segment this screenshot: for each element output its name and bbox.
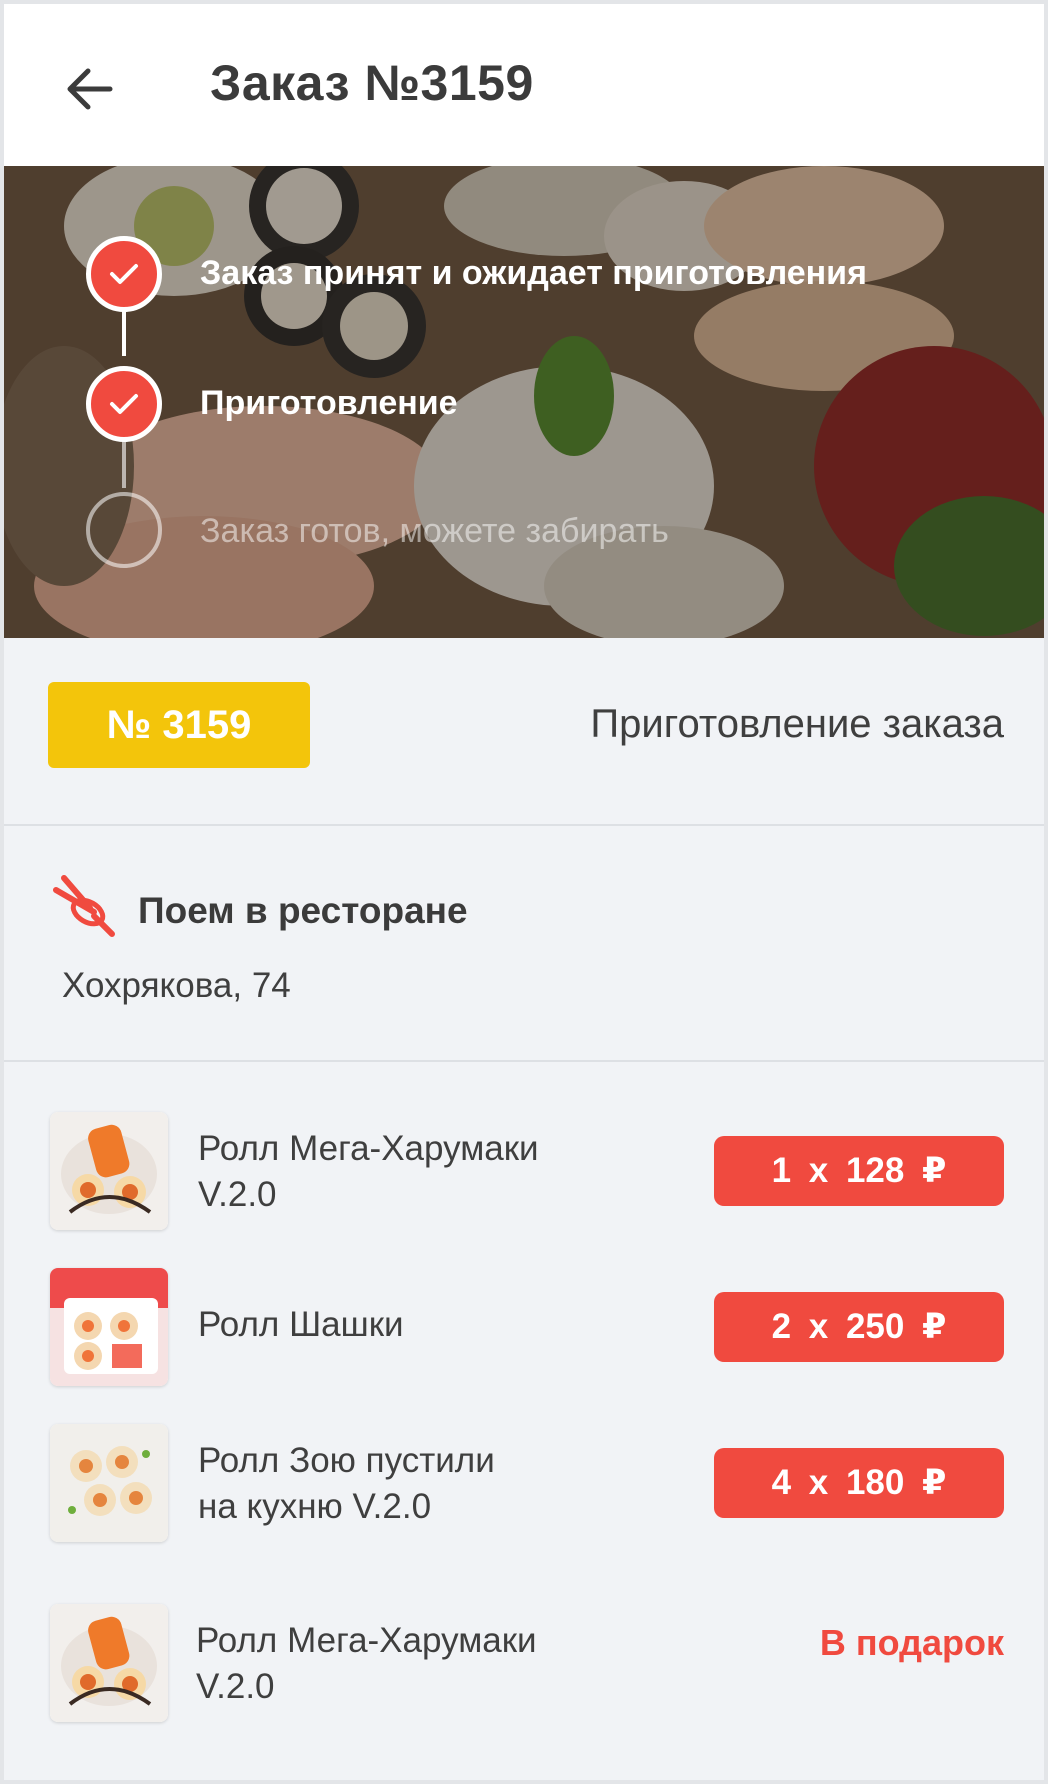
list-item: Ролл Мега-Харумаки V.2.0 1 x 128 ₽	[4, 1112, 1044, 1242]
step-1-label: Заказ принят и ожидает приготовления	[200, 254, 867, 292]
step-3-label: Заказ готов, можете забирать	[200, 512, 669, 550]
item-name: Ролл Мега-Харумаки V.2.0	[196, 1621, 537, 1706]
list-item: Ролл Мега-Харумаки V.2.0 В подарок	[4, 1604, 1044, 1734]
dining-option-title: Поем в ресторане	[138, 890, 468, 931]
app-header: Заказ №3159	[4, 4, 1044, 166]
item-thumbnail	[50, 1268, 168, 1386]
order-number-badge: № 3159	[48, 682, 310, 768]
item-name: Ролл Шашки	[198, 1305, 404, 1344]
order-items-list: Ролл Мега-Харумаки V.2.0 1 x 128 ₽ Ролл …	[4, 1064, 1044, 1780]
item-quantity-price[interactable]: 4 x 180 ₽	[714, 1448, 1004, 1518]
checkmark-icon	[110, 264, 138, 284]
pickup-location-section: Поем в ресторане Хохрякова, 74	[4, 826, 1044, 1062]
step-2-done-indicator	[86, 366, 162, 442]
item-thumbnail	[50, 1112, 168, 1230]
roll-image	[50, 1424, 168, 1542]
roll-image	[50, 1112, 168, 1230]
item-name: Ролл Мега-Харумаки V.2.0	[198, 1129, 539, 1214]
restaurant-address: Хохрякова, 74	[62, 966, 291, 1005]
list-item: Ролл Зою пустили на кухню V.2.0 4 x 180 …	[4, 1424, 1044, 1554]
item-name: Ролл Зою пустили на кухню V.2.0	[198, 1441, 495, 1526]
list-item: Ролл Шашки 2 x 250 ₽	[4, 1268, 1044, 1398]
checkmark-icon	[110, 394, 138, 414]
arrow-left-icon	[67, 68, 113, 110]
item-quantity-price[interactable]: 2 x 250 ₽	[714, 1292, 1004, 1362]
roll-image	[50, 1604, 168, 1722]
back-button[interactable]	[54, 54, 124, 124]
item-quantity-price[interactable]: 1 x 128 ₽	[714, 1136, 1004, 1206]
order-status-text: Приготовление заказа	[590, 702, 1004, 746]
gift-label: В подарок	[819, 1622, 1004, 1663]
step-2-label: Приготовление	[200, 384, 458, 422]
step-1-done-indicator	[86, 236, 162, 312]
step-3-pending-indicator	[86, 492, 162, 568]
order-progress-hero: Заказ принят и ожидает приготовления При…	[4, 166, 1044, 638]
page-title: Заказ №3159	[210, 55, 534, 111]
item-thumbnail	[50, 1604, 168, 1722]
app-screen: Заказ №3159 Заказ принят и ожидает приго…	[0, 0, 1048, 1784]
roll-image	[50, 1268, 168, 1386]
order-status-row: № 3159 Приготовление заказа	[4, 638, 1044, 826]
item-thumbnail	[50, 1424, 168, 1542]
chopsticks-icon	[53, 875, 115, 937]
